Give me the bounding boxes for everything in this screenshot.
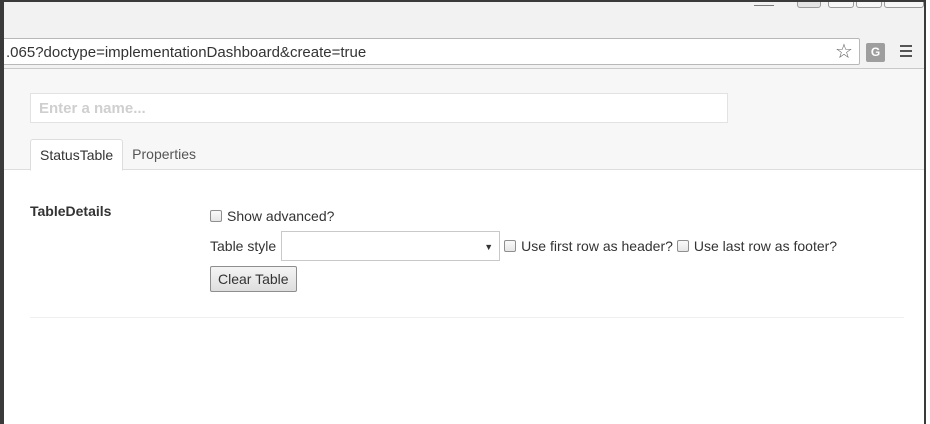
last-row-footer-checkbox[interactable] xyxy=(676,240,689,252)
address-bar-row: .065?doctype=implementationDashboard&cre… xyxy=(4,36,924,68)
section-divider xyxy=(30,317,904,318)
editor-header: StatusTable Properties xyxy=(4,69,924,171)
show-advanced-label[interactable]: Show advanced? xyxy=(227,208,334,224)
window-border xyxy=(0,0,930,2)
g-extension-icon[interactable]: G xyxy=(866,43,885,62)
table-details-form: Show advanced? Table style ▼ Use first r… xyxy=(210,207,910,292)
tab-status-table[interactable]: StatusTable xyxy=(30,139,124,171)
last-row-footer-label[interactable]: Use last row as footer? xyxy=(694,238,837,254)
first-row-header-label[interactable]: Use first row as header? xyxy=(521,238,673,254)
name-input[interactable] xyxy=(30,93,728,123)
show-advanced-checkbox[interactable] xyxy=(210,210,222,222)
table-details-heading: TableDetails xyxy=(30,203,112,219)
tab-properties[interactable]: Properties xyxy=(123,139,205,171)
address-bar[interactable]: .065?doctype=implementationDashboard&cre… xyxy=(4,38,860,65)
star-icon[interactable]: ☆ xyxy=(833,41,855,63)
clear-table-button[interactable]: Clear Table xyxy=(210,266,297,292)
window-right-border xyxy=(924,0,930,424)
menu-icon[interactable] xyxy=(900,45,912,59)
url-text[interactable]: .065?doctype=implementationDashboard&cre… xyxy=(6,44,366,61)
page-content: StatusTable Properties TableDetails Show… xyxy=(4,68,924,424)
chevron-down-icon: ▼ xyxy=(484,242,494,252)
table-style-select[interactable]: ▼ xyxy=(281,231,501,261)
window-left-border xyxy=(0,0,4,424)
tab-bar: StatusTable Properties xyxy=(30,139,205,171)
table-style-label: Table style xyxy=(210,238,277,254)
window-title-strip xyxy=(0,0,930,36)
first-row-header-checkbox[interactable] xyxy=(504,240,517,252)
